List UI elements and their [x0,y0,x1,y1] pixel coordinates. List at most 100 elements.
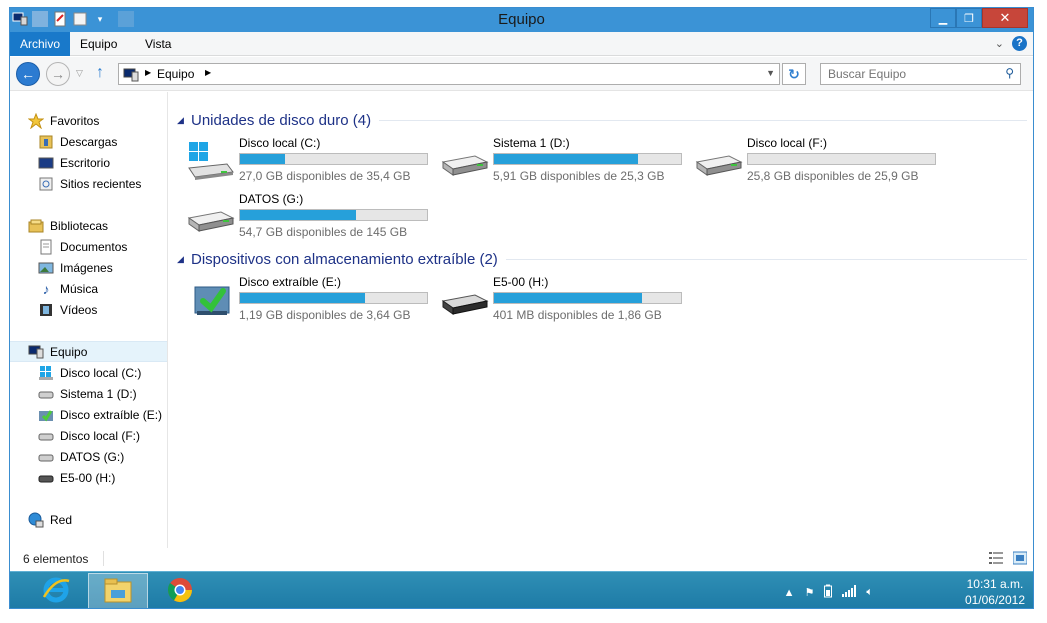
refresh-button[interactable]: ↻ [782,63,806,85]
group-header-removable[interactable]: ◢ Dispositivos con almacenamiento extraí… [177,249,1027,269]
action-center-flag-icon[interactable]: ⚑ [805,586,815,599]
nav-item-escritorio[interactable]: Escritorio [10,152,167,173]
hard-drive-icon [695,142,743,182]
details-view-icon[interactable] [989,551,1003,568]
search-icon[interactable]: ⚲ [1005,66,1014,80]
drive-tile-f[interactable]: Disco local (F:) 25,8 GB disponibles de … [695,136,945,186]
nav-item-label: Sitios recientes [60,176,142,191]
nav-item-sistema-1-d[interactable]: Sistema 1 (D:) [10,383,167,404]
pictures-icon [38,260,54,276]
nav-item-label: Descargas [60,134,118,149]
music-icon: ♪ [42,280,50,297]
nav-item-disco-local-c[interactable]: Disco local (C:) [10,362,167,383]
tab-archivo[interactable]: Archivo [10,32,71,56]
nav-libraries-label: Bibliotecas [50,218,109,233]
back-button[interactable]: ← [16,62,40,86]
nav-favorites[interactable]: Favoritos [10,110,167,131]
collapse-chevron-icon[interactable]: ◢ [177,115,191,126]
nav-item-datos-g[interactable]: DATOS (G:) [10,446,167,467]
navigation-pane: Favoritos Descargas Escritorio Sitios re… [10,92,168,553]
nav-item-label: Vídeos [60,302,98,317]
libraries-icon [28,218,44,234]
up-arrow-icon[interactable]: ↑ [96,64,104,82]
window-title: Equipo [498,11,545,28]
breadcrumb-separator-icon[interactable]: ▶ [205,68,211,77]
group-header-hard-drives[interactable]: ◢ Unidades de disco duro (4) [177,110,1027,130]
close-button[interactable]: ✕ [982,8,1028,28]
window-controls: ▁ ❐ ✕ [930,8,1028,28]
nav-item-label: Escritorio [60,155,111,170]
nav-item-label: Disco local (F:) [60,428,141,443]
nav-libraries[interactable]: Bibliotecas [10,215,167,236]
nav-item-imagenes[interactable]: Imágenes [10,257,167,278]
group-title: Dispositivos con almacenamiento extraíbl… [191,250,498,268]
collapse-chevron-icon[interactable]: ◢ [177,254,191,265]
drive-space-info: 27,0 GB disponibles de 35,4 GB [239,169,411,183]
portable-device-icon [38,470,54,486]
nav-network-label: Red [50,512,73,527]
network-icon [28,512,44,528]
nav-item-disco-extraible-e[interactable]: Disco extraíble (E:) [10,404,167,425]
search-input[interactable] [828,65,998,83]
drive-name: Disco local (F:) [747,136,828,150]
large-icons-view-icon[interactable] [1012,551,1028,568]
nav-item-sitios-recientes[interactable]: Sitios recientes [10,173,167,194]
drive-space-info: 401 MB disponibles de 1,86 GB [493,308,662,322]
navigation-bar: ← → ▽ ↑ ▶ Equipo ▶ ▼ ↻ ⚲ [10,57,1033,91]
nav-item-descargas[interactable]: Descargas [10,131,167,152]
clock[interactable]: 10:31 a.m. 01/06/2012 [965,576,1025,608]
hard-drive-icon [187,198,235,238]
expand-ribbon-icon[interactable]: ⌄ [995,37,1004,50]
nav-network[interactable]: Red [10,509,167,530]
nav-item-disco-local-f[interactable]: Disco local (F:) [10,425,167,446]
nav-computer-label: Equipo [50,344,88,359]
file-explorer-button[interactable] [88,573,148,608]
internet-explorer-button[interactable] [26,573,86,608]
drive-name: E5-00 (H:) [493,275,549,289]
drive-usage-bar [239,209,428,221]
chrome-button[interactable] [150,573,210,608]
breadcrumb-separator-icon[interactable]: ▶ [145,68,151,77]
address-bar[interactable]: ▶ Equipo ▶ ▼ [118,63,780,85]
recent-locations-icon[interactable]: ▽ [76,68,83,79]
tab-vista[interactable]: Vista [135,32,181,56]
hard-drive-icon [38,449,54,465]
drive-name: Disco extraíble (E:) [239,275,342,289]
volume-icon[interactable]: 🔈︎ [866,586,873,599]
drive-tile-c[interactable]: Disco local (C:) 27,0 GB disponibles de … [187,136,437,186]
signal-strength-icon[interactable] [842,585,857,600]
windows-drive-icon [187,142,235,182]
nav-computer[interactable]: Equipo [10,341,167,362]
tab-equipo[interactable]: Equipo [70,32,127,56]
nav-item-label: Música [60,281,99,296]
drive-tile-h[interactable]: E5-00 (H:) 401 MB disponibles de 1,86 GB [441,275,691,325]
drive-tile-e[interactable]: Disco extraíble (E:) 1,19 GB disponibles… [187,275,437,325]
battery-icon[interactable] [824,584,833,601]
recent-places-icon [38,176,54,192]
removable-drive-icon [38,407,54,423]
show-hidden-icons-icon[interactable]: ▲ [784,587,795,599]
drive-tile-d[interactable]: Sistema 1 (D:) 5,91 GB disponibles de 25… [441,136,691,186]
computer-icon [28,344,44,360]
nav-item-videos[interactable]: Vídeos [10,299,167,320]
forward-button[interactable]: → [46,62,70,86]
taskbar: ▲ ⚑ 🔈︎ 10:31 a.m. 01/06/2012 [10,571,1033,608]
drive-tile-g[interactable]: DATOS (G:) 54,7 GB disponibles de 145 GB [187,192,437,242]
title-bar: ▾ Equipo ▁ ❐ ✕ [10,8,1033,32]
drive-space-info: 54,7 GB disponibles de 145 GB [239,225,408,239]
nav-item-documentos[interactable]: Documentos [10,236,167,257]
content-pane: ◢ Unidades de disco duro (4) Disco local… [169,92,1033,553]
nav-item-label: Documentos [60,239,128,254]
breadcrumb-equipo[interactable]: Equipo [157,67,194,81]
nav-item-e5-00-h[interactable]: E5-00 (H:) [10,467,167,488]
nav-item-label: Disco extraíble (E:) [60,407,163,422]
nav-item-musica[interactable]: ♪ Música [10,278,167,299]
help-icon[interactable]: ? [1012,36,1027,51]
drive-name: Sistema 1 (D:) [493,136,570,150]
drive-space-info: 25,8 GB disponibles de 25,9 GB [747,169,919,183]
portable-device-icon [441,281,489,321]
minimize-button[interactable]: ▁ [930,8,956,28]
nav-item-label: E5-00 (H:) [60,470,116,485]
restore-button[interactable]: ❐ [956,8,982,28]
address-dropdown-icon[interactable]: ▼ [766,68,775,78]
